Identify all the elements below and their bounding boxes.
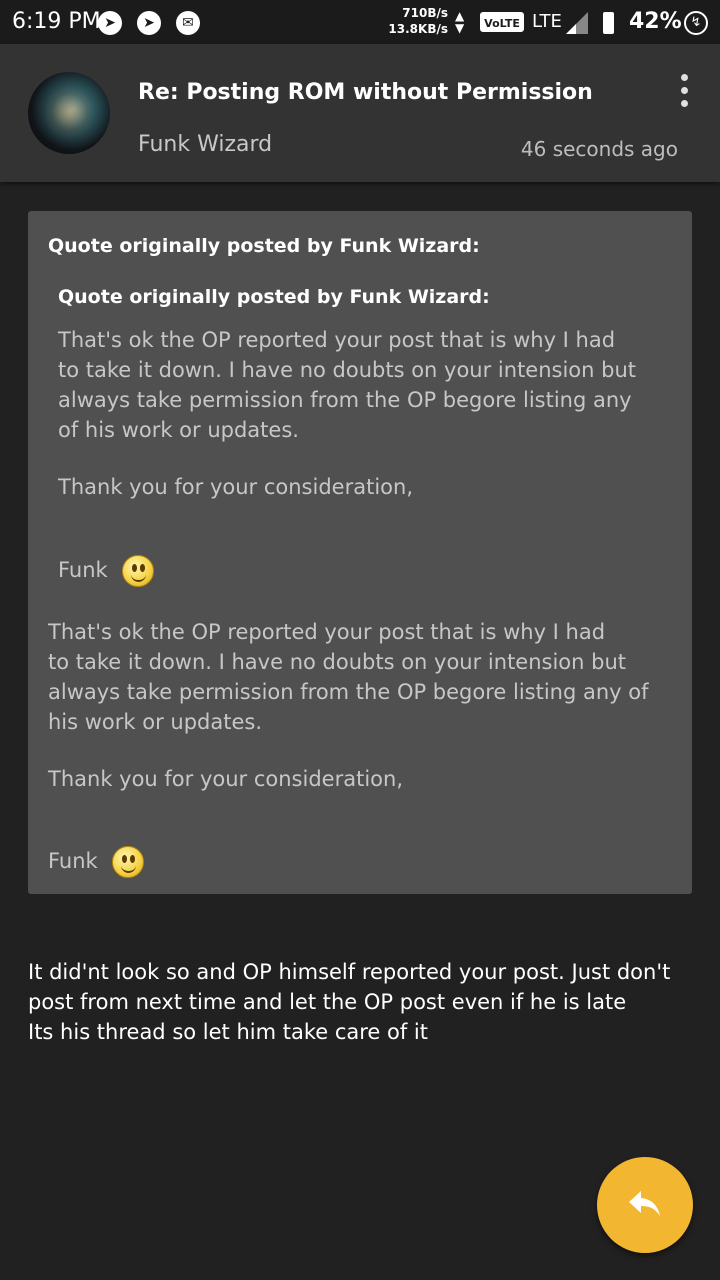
- quote-block: Quote originally posted by Funk Wizard: …: [28, 211, 692, 894]
- charging-icon: ↯: [684, 11, 708, 35]
- avatar[interactable]: [28, 72, 110, 154]
- nested-quote-thanks: Thank you for your consideration,: [58, 475, 413, 499]
- smiley-icon: [121, 555, 154, 587]
- network-speed: 710B/s 13.8KB/s: [388, 5, 448, 37]
- quote-signature: Funk: [48, 846, 144, 878]
- quote-thanks: Thank you for your consideration,: [48, 767, 403, 791]
- signature-text: Funk: [58, 558, 108, 582]
- quote-heading: Quote originally posted by Funk Wizard:: [48, 235, 480, 257]
- volte-badge: VoLTE: [480, 12, 524, 32]
- more-vert-icon: [681, 100, 688, 107]
- more-vert-icon: [681, 87, 688, 94]
- signature-text: Funk: [48, 849, 98, 873]
- telegram-icon: ➤: [98, 11, 122, 35]
- reply-button[interactable]: [597, 1157, 693, 1253]
- signal-level-icon: [566, 24, 576, 34]
- network-type: LTE: [532, 11, 562, 32]
- nested-quote-signature: Funk: [58, 555, 154, 587]
- reply-icon: [629, 1191, 660, 1216]
- post-header: Re: Posting ROM without Permission Funk …: [0, 44, 720, 182]
- net-speed-down: 710B/s: [402, 6, 448, 20]
- post-body: It did'nt look so and OP himself reporte…: [28, 960, 671, 1044]
- telegram-icon: ➤: [137, 11, 161, 35]
- avatar-image: [46, 84, 92, 140]
- battery-icon: [603, 12, 614, 34]
- more-options-button[interactable]: [672, 74, 698, 108]
- battery-percent: 42%: [629, 9, 682, 34]
- thread-title: Re: Posting ROM without Permission: [138, 80, 593, 105]
- nested-quote-body: That's ok the OP reported your post that…: [58, 328, 637, 442]
- smiley-icon: [111, 846, 144, 878]
- post-timestamp: 46 seconds ago: [520, 137, 678, 161]
- status-bar: 6:19 PM ➤ ➤ ✉ 710B/s 13.8KB/s ▲ ▼ VoLTE L…: [0, 0, 720, 44]
- more-vert-icon: [681, 74, 688, 81]
- status-time: 6:19 PM: [12, 9, 101, 34]
- quote-body: That's ok the OP reported your post that…: [48, 620, 649, 734]
- nested-quote-heading: Quote originally posted by Funk Wizard:: [58, 286, 490, 308]
- author-name[interactable]: Funk Wizard: [138, 132, 272, 157]
- mail-icon: ✉: [176, 11, 200, 35]
- data-activity-icon: ▲ ▼: [455, 9, 465, 35]
- net-speed-up: 13.8KB/s: [388, 22, 448, 36]
